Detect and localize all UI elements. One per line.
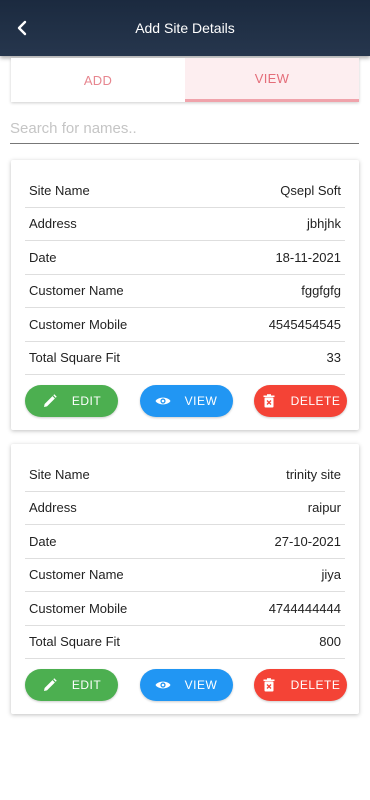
delete-label: DELETE: [290, 394, 341, 408]
card-actions: EDIT VIEW DELETE: [25, 385, 347, 417]
customer-mobile-row: Customer Mobile 4744444444: [25, 592, 345, 626]
total-square-fit-value: 800: [319, 634, 341, 650]
view-button[interactable]: VIEW: [139, 385, 233, 417]
address-row: Address jbhjhk: [25, 208, 345, 241]
date-label: Date: [29, 533, 57, 549]
customer-mobile-value: 4545454545: [268, 316, 341, 332]
pencil-icon: [42, 677, 58, 693]
delete-button[interactable]: DELETE: [254, 669, 347, 701]
total-square-fit-label: Total Square Fit: [29, 350, 121, 366]
total-square-fit-value: 33: [326, 350, 341, 366]
site-name-value: Qsepl Soft: [280, 182, 341, 198]
site-name-row: Site Name trinity site: [25, 458, 345, 492]
date-row: Date 18-11-2021: [25, 241, 345, 275]
delete-button[interactable]: DELETE: [254, 385, 347, 417]
trash-icon: [261, 677, 277, 693]
total-square-fit-row: Total Square Fit 33: [25, 342, 345, 375]
edit-button[interactable]: EDIT: [25, 669, 118, 701]
customer-name-row: Customer Name jiya: [25, 559, 345, 592]
customer-name-value: jiya: [321, 567, 341, 583]
card-actions: EDIT VIEW DELETE: [25, 669, 347, 701]
tab-add[interactable]: ADD: [11, 58, 185, 102]
customer-mobile-label: Customer Mobile: [29, 316, 128, 332]
total-square-fit-label: Total Square Fit: [29, 634, 121, 650]
tab-view[interactable]: VIEW: [185, 58, 359, 102]
site-card: Site Name trinity site Address raipur Da…: [11, 444, 359, 714]
edit-button[interactable]: EDIT: [25, 385, 118, 417]
tab-bar: ADD VIEW: [11, 58, 359, 102]
site-name-label: Site Name: [29, 182, 90, 198]
delete-label: DELETE: [290, 678, 341, 692]
customer-name-value: fggfgfg: [301, 283, 341, 299]
page-title: Add Site Details: [135, 20, 235, 36]
app-bar: Add Site Details: [0, 0, 370, 56]
customer-name-label: Customer Name: [29, 567, 124, 583]
address-label: Address: [29, 216, 77, 232]
arrow-back-icon: [17, 20, 27, 36]
trash-icon: [261, 393, 277, 409]
search-input[interactable]: [10, 110, 359, 144]
customer-name-label: Customer Name: [29, 283, 124, 299]
date-value: 27-10-2021: [274, 533, 342, 549]
address-value: raipur: [307, 500, 341, 516]
total-square-fit-row: Total Square Fit 800: [25, 626, 345, 659]
customer-name-row: Customer Name fggfgfg: [25, 275, 345, 308]
site-name-value: trinity site: [286, 466, 341, 482]
eye-icon: [155, 677, 171, 693]
customer-mobile-value: 4744444444: [268, 600, 341, 616]
address-label: Address: [29, 500, 77, 516]
site-card: Site Name Qsepl Soft Address jbhjhk Date…: [11, 160, 359, 430]
customer-mobile-row: Customer Mobile 4545454545: [25, 308, 345, 342]
edit-label: EDIT: [71, 394, 102, 408]
date-value: 18-11-2021: [275, 249, 341, 265]
eye-icon: [155, 393, 171, 409]
view-button[interactable]: VIEW: [139, 669, 233, 701]
date-row: Date 27-10-2021: [25, 525, 345, 559]
address-row: Address raipur: [25, 492, 345, 525]
view-label: VIEW: [184, 678, 218, 692]
view-label: VIEW: [184, 394, 218, 408]
site-name-row: Site Name Qsepl Soft: [25, 174, 345, 208]
address-value: jbhjhk: [307, 216, 341, 232]
site-name-label: Site Name: [29, 466, 90, 482]
edit-label: EDIT: [71, 678, 102, 692]
date-label: Date: [29, 249, 57, 265]
back-button[interactable]: [8, 14, 36, 42]
customer-mobile-label: Customer Mobile: [29, 600, 128, 616]
pencil-icon: [42, 393, 58, 409]
